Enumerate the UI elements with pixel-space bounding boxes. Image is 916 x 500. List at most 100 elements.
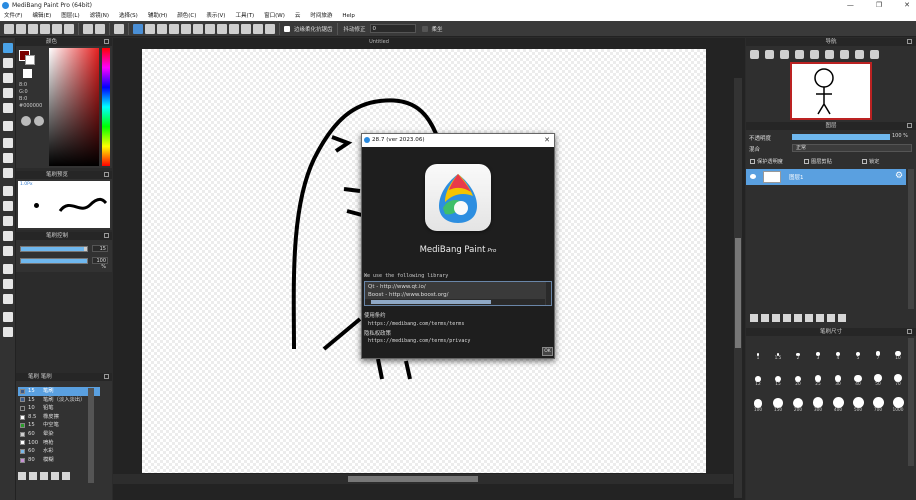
menu-edit[interactable]: 编辑(E) [32,11,51,21]
brush-tool-icon[interactable] [3,43,13,53]
add-brush-icon[interactable] [18,472,26,480]
menu-view[interactable]: 表示(V) [206,11,225,21]
brush-size-option[interactable]: 400 [830,396,846,416]
document-tab[interactable]: Untitled [349,38,409,46]
eraser-tool-icon[interactable] [3,58,13,68]
dialog-close-button[interactable]: ✕ [544,134,550,147]
export-icon[interactable] [64,23,74,34]
menu-window[interactable]: 窗口(W) [264,11,285,21]
library-list[interactable]: Qt - http://www.qt.io/ Boost - http://ww… [364,281,552,306]
brush-size-value[interactable]: 15 [92,245,108,252]
ok-button[interactable]: OK [542,347,553,356]
undo-icon[interactable] [83,23,93,34]
follow-checkbox[interactable] [421,25,428,32]
dot-tool-icon[interactable] [3,73,13,83]
lock-checkbox[interactable]: 锁定 [862,158,879,165]
snap-circle-icon[interactable] [253,23,263,34]
merge-layer-icon[interactable] [794,314,802,322]
brush-size-option[interactable]: 7 [870,344,886,364]
select-rect-icon[interactable] [3,186,13,196]
maximize-button[interactable]: ❐ [876,0,882,11]
snap-parallel-icon[interactable] [217,23,227,34]
brush-size-option[interactable]: 100 [750,396,766,416]
figure-tool-icon[interactable] [3,88,13,98]
white-swatch[interactable] [23,69,32,78]
brush-size-option[interactable]: 25 [810,370,826,390]
layer-down-icon[interactable] [827,314,835,322]
delete-brush-icon[interactable] [51,472,59,480]
brush-size-scrollbar[interactable] [908,338,914,466]
rotate-left-icon[interactable] [810,50,819,59]
actual-size-icon[interactable] [795,50,804,59]
menu-file[interactable]: 文件(F) [4,11,22,21]
brush-size-option[interactable]: 1.5 [770,344,786,364]
brush-size-option[interactable]: 1 [750,344,766,364]
duplicate-layer-icon[interactable] [783,314,791,322]
eye-icon[interactable] [750,174,756,179]
scroll-thumb[interactable] [735,238,741,348]
terms-link[interactable]: https://medibang.com/terms/terms [368,321,464,327]
bucket-tool-icon[interactable] [3,153,13,163]
menu-time-travel[interactable]: 时间旅游 [310,11,332,21]
brush-size-option[interactable]: 700 [870,396,886,416]
rotate-right-icon[interactable] [840,50,849,59]
library-horizontal-scrollbar[interactable] [365,299,545,305]
gear-icon[interactable]: ⚙ [895,172,903,181]
brush-size-option[interactable]: 1000 [890,396,906,416]
minimize-button[interactable]: — [847,0,854,11]
menu-select[interactable]: 选择(S) [119,11,138,21]
open-icon[interactable] [40,23,50,34]
brush-size-option[interactable]: 4 [830,344,846,364]
privacy-link[interactable]: https://medibang.com/terms/privacy [368,338,470,344]
panel-popout-icon[interactable] [104,39,109,44]
navigator-thumbnail[interactable] [790,62,872,120]
menu-color[interactable]: 颜色(C) [177,11,196,21]
select-pen-icon[interactable] [3,231,13,241]
brush-size-slider[interactable] [20,246,88,252]
zoom-in-icon[interactable] [750,50,759,59]
menu-filter[interactable]: 滤镜(N) [90,11,109,21]
scroll-thumb[interactable] [348,476,478,482]
brush-size-option[interactable]: 2 [790,344,806,364]
deselect-icon[interactable] [114,23,124,34]
background-color-swatch[interactable] [25,55,35,65]
menu-layer[interactable]: 图层(L) [61,11,79,21]
rectangle-tool-icon[interactable] [3,138,13,148]
close-button[interactable]: ✕ [904,0,910,11]
grid-icon[interactable] [181,23,191,34]
color-wheel-icon[interactable] [21,116,31,126]
fit-icon[interactable] [780,50,789,59]
brush-size-option[interactable]: 150 [770,396,786,416]
brush-size-option[interactable]: 15 [770,370,786,390]
brush-size-option[interactable]: 20 [790,370,806,390]
snap-radial-icon[interactable] [241,23,251,34]
clipping-checkbox[interactable]: 图层剪贴 [804,158,832,165]
brush-settings-icon[interactable] [62,472,70,480]
magic-wand-icon[interactable] [3,216,13,226]
brush-size-option[interactable]: 40 [850,370,866,390]
redo-icon[interactable] [95,23,105,34]
new-file-icon[interactable] [16,23,26,34]
select-all-icon[interactable] [133,23,143,34]
brush-size-option[interactable]: 30 [830,370,846,390]
clear-icon[interactable] [157,23,167,34]
layer-list-scrollbar[interactable] [908,169,914,309]
cloud-icon[interactable] [28,23,38,34]
brush-size-option[interactable]: 70 [890,370,906,390]
panel-popout-icon[interactable] [104,172,109,177]
snap-off-icon[interactable] [205,23,215,34]
fill-selection-icon[interactable] [145,23,155,34]
snap-curve-icon[interactable] [265,23,275,34]
brush-size-option[interactable]: 3 [810,344,826,364]
new-layer-icon[interactable] [750,314,758,322]
folder-icon[interactable] [29,472,37,480]
blend-mode-select[interactable]: 正常 [792,144,912,152]
brush-size-option[interactable]: 50 [870,370,886,390]
perspective-icon[interactable] [193,23,203,34]
panel-popout-icon[interactable] [907,39,912,44]
hand-tool-icon[interactable] [3,327,13,337]
home-icon[interactable] [4,23,14,34]
flip-icon[interactable] [855,50,864,59]
canvas-horizontal-scrollbar[interactable] [113,474,733,484]
palette-icon[interactable] [34,116,44,126]
